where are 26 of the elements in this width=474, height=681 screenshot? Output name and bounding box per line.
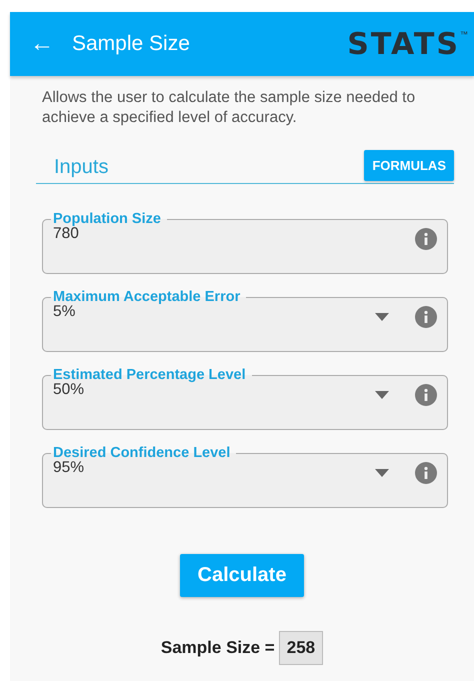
field-label: Maximum Acceptable Error (52, 288, 242, 305)
field-value: 780 (53, 225, 79, 243)
input-field[interactable]: Population Size 780 (42, 210, 448, 274)
field-value: 5% (53, 303, 76, 321)
dropdown-field[interactable]: Estimated Percentage Level 50% (42, 366, 448, 430)
info-icon[interactable] (415, 384, 437, 406)
caret-icon (375, 469, 389, 477)
app-logo: STATS (347, 26, 460, 62)
description-text: Allows the user to calculate the sample size needed to achieve a specified level of accuracy. (42, 88, 416, 128)
screen-title: Sample Size (72, 32, 191, 56)
field-label: Population Size (52, 210, 162, 227)
info-icon[interactable] (415, 306, 437, 328)
section-title: Inputs (54, 156, 108, 179)
result-label: Sample Size = (160, 638, 275, 658)
field-label: Desired Confidence Level (52, 444, 232, 461)
info-icon[interactable] (415, 228, 437, 250)
trademark-mark: ™ (460, 30, 468, 39)
caret-icon (375, 313, 389, 321)
dropdown-field[interactable]: Maximum Acceptable Error 5% (42, 288, 448, 352)
field-value: 95% (53, 459, 86, 477)
info-icon[interactable] (415, 462, 437, 484)
field-label: Estimated Percentage Level (52, 366, 247, 383)
result-value: 258 (278, 631, 324, 665)
field-value: 50% (53, 381, 86, 399)
dropdown-field[interactable]: Desired Confidence Level 95% (42, 444, 448, 508)
caret-icon (375, 391, 389, 399)
